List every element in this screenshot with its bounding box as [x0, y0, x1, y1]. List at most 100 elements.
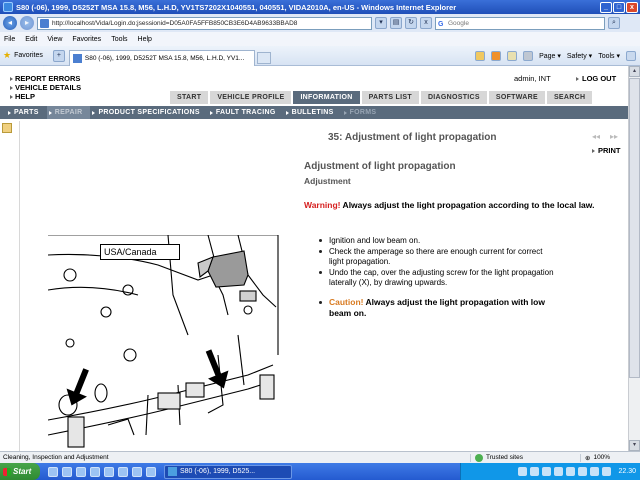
- tray-icon[interactable]: [530, 467, 540, 476]
- illustration-drawing: [48, 235, 279, 448]
- new-tab-button[interactable]: [256, 51, 271, 64]
- mail-icon[interactable]: [507, 50, 518, 61]
- subnav-bulletins[interactable]: BULLETINS: [284, 109, 342, 116]
- maximize-button[interactable]: □: [613, 1, 625, 13]
- security-zone: Trusted sites: [470, 453, 580, 462]
- tray-icon[interactable]: [590, 467, 600, 476]
- arrow-icon: [285, 110, 289, 115]
- page-menu[interactable]: Page ▾: [539, 52, 561, 60]
- quicklaunch-icon[interactable]: [48, 466, 58, 477]
- print-link[interactable]: PRINT: [592, 146, 621, 155]
- status-text: Cleaning, Inspection and Adjustment: [3, 454, 109, 461]
- menu-favorites[interactable]: Favorites: [72, 36, 101, 43]
- tray-icon[interactable]: [542, 467, 552, 476]
- url-field[interactable]: http://localhost/Vida/Login.do;jsessioni…: [37, 16, 372, 30]
- scroll-down-button[interactable]: ▾: [629, 440, 640, 451]
- arrow-icon: [10, 85, 13, 90]
- subnav-repair[interactable]: REPAIR: [46, 106, 91, 119]
- search-placeholder: Google: [448, 19, 469, 27]
- ie-icon: [3, 2, 13, 12]
- stop-icon[interactable]: x: [420, 17, 432, 29]
- menu-file[interactable]: File: [4, 36, 15, 43]
- quicklaunch-icon[interactable]: [132, 466, 142, 477]
- menu-view[interactable]: View: [47, 36, 62, 43]
- help-link[interactable]: HELP: [10, 92, 81, 101]
- favorites-button[interactable]: ★ Favorites: [3, 50, 53, 61]
- tab-diagnostics[interactable]: DIAGNOSTICS: [420, 91, 489, 104]
- help-icon[interactable]: [626, 50, 636, 61]
- add-favorite-icon[interactable]: +: [52, 49, 65, 62]
- quick-launch: [40, 466, 156, 477]
- favorites-bar: ★ Favorites + S80 (-06), 1999, D5252T MS…: [0, 46, 640, 66]
- subnav-forms[interactable]: FORMS: [342, 109, 385, 116]
- page-content: REPORT ERRORS VEHICLE DETAILS HELP admin…: [0, 66, 628, 451]
- tab-search[interactable]: SEARCH: [546, 91, 595, 104]
- quicklaunch-icon[interactable]: [104, 466, 114, 477]
- minimize-button[interactable]: _: [600, 1, 612, 13]
- figure-region-label: USA/Canada: [100, 244, 180, 260]
- menu-edit[interactable]: Edit: [25, 36, 37, 43]
- tab-vehicle-profile[interactable]: VEHICLE PROFILE: [210, 91, 294, 104]
- browser-tab[interactable]: S80 (-06), 1999, D5252T MSA 15.8, M56, L…: [68, 49, 255, 66]
- subnav-parts[interactable]: PARTS: [6, 109, 47, 116]
- vertical-scrollbar[interactable]: ▴ ▾: [628, 66, 640, 451]
- dropdown-icon[interactable]: ▾: [375, 17, 387, 29]
- vida-header-links: REPORT ERRORS VEHICLE DETAILS HELP: [10, 74, 81, 101]
- close-button[interactable]: x: [626, 1, 638, 13]
- tab-software[interactable]: SOFTWARE: [488, 91, 547, 104]
- scroll-thumb[interactable]: [629, 78, 640, 378]
- page-icon: [40, 18, 49, 28]
- tab-page-icon: [72, 53, 82, 63]
- menu-help[interactable]: Help: [138, 36, 152, 43]
- safety-menu[interactable]: Safety ▾: [567, 52, 592, 60]
- zoom-level: 100%: [593, 454, 611, 461]
- subnav-fault-tracing[interactable]: FAULT TRACING: [208, 109, 284, 116]
- security-zone-label: Trusted sites: [486, 454, 523, 461]
- vehicle-details-link[interactable]: VEHICLE DETAILS: [10, 83, 81, 92]
- arrow-icon: [576, 76, 579, 81]
- compatibility-icon[interactable]: ▤: [390, 17, 402, 29]
- scroll-up-button[interactable]: ▴: [629, 66, 640, 77]
- next-document-button[interactable]: ▸▸: [610, 132, 618, 141]
- document-header: 35: Adjustment of light propagation: [328, 132, 497, 143]
- search-input[interactable]: G Google: [435, 16, 605, 30]
- quicklaunch-icon[interactable]: [62, 466, 72, 477]
- arrow-icon: [343, 110, 347, 115]
- report-errors-link[interactable]: REPORT ERRORS: [10, 74, 81, 83]
- url-text: http://localhost/Vida/Login.do;jsessioni…: [52, 19, 298, 27]
- menu-tools[interactable]: Tools: [111, 36, 127, 43]
- tools-menu[interactable]: Tools ▾: [598, 52, 620, 60]
- tab-start[interactable]: START: [170, 91, 211, 104]
- taskbar-window-button[interactable]: S80 (-06), 1999, D525...: [164, 464, 292, 479]
- quicklaunch-icon[interactable]: [76, 466, 86, 477]
- subnav-product-specifications[interactable]: PRODUCT SPECIFICATIONS: [90, 109, 207, 116]
- tray-icon[interactable]: [518, 467, 528, 476]
- home-icon[interactable]: [475, 50, 486, 61]
- refresh-icon[interactable]: ↻: [405, 17, 417, 29]
- quicklaunch-icon[interactable]: [146, 466, 156, 477]
- logout-link[interactable]: LOG OUT: [576, 74, 616, 83]
- feeds-icon[interactable]: [491, 50, 502, 61]
- arrow-icon: [92, 110, 96, 115]
- tab-parts-list[interactable]: PARTS LIST: [361, 91, 421, 104]
- print-icon[interactable]: [523, 50, 534, 61]
- system-tray: 22.30: [460, 463, 640, 480]
- tab-information[interactable]: INFORMATION: [293, 91, 362, 104]
- list-item: Ignition and low beam on.: [318, 236, 558, 246]
- quicklaunch-icon[interactable]: [90, 466, 100, 477]
- forward-button[interactable]: ▸: [20, 16, 34, 30]
- tree-toggle-icon[interactable]: [2, 123, 12, 133]
- previous-document-button[interactable]: ◂◂: [592, 132, 600, 141]
- back-button[interactable]: ◂: [3, 16, 17, 30]
- search-icon[interactable]: ⌕: [608, 17, 620, 29]
- zoom-control[interactable]: ⊕ 100%: [580, 453, 611, 462]
- tray-icon[interactable]: [578, 467, 588, 476]
- taskbar: Start S80 (-06), 1999, D525... 22.30: [0, 463, 640, 480]
- sub-navigation: PARTS REPAIR PRODUCT SPECIFICATIONS FAUL…: [0, 106, 628, 119]
- tray-icon[interactable]: [566, 467, 576, 476]
- start-button[interactable]: Start: [0, 463, 40, 480]
- quicklaunch-icon[interactable]: [118, 466, 128, 477]
- tray-icon[interactable]: [554, 467, 564, 476]
- arrow-icon: [48, 110, 52, 115]
- tray-icon[interactable]: [602, 467, 612, 476]
